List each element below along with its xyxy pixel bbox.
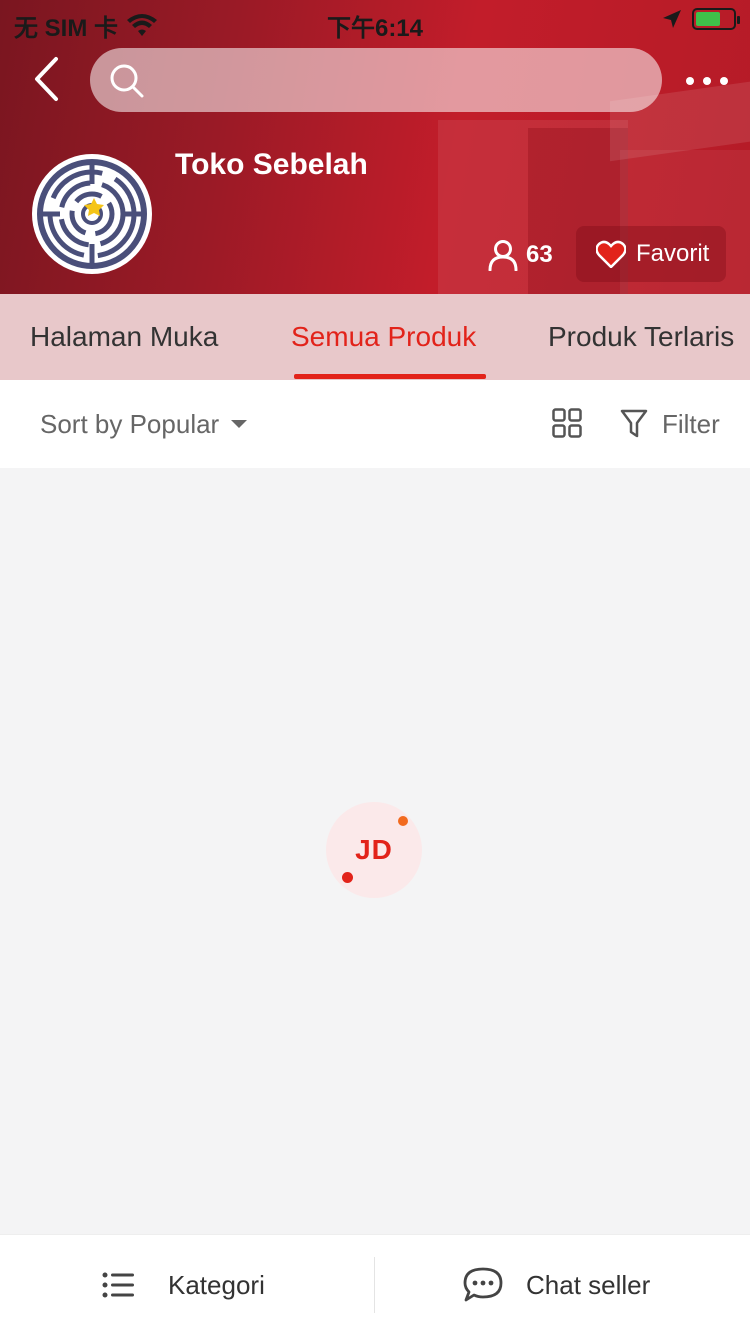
more-dot bbox=[720, 77, 728, 85]
favorite-button[interactable]: Favorit bbox=[576, 226, 726, 282]
filter-funnel-icon bbox=[620, 409, 648, 438]
sort-filter-toolbar: Sort by Popular Filter bbox=[0, 380, 750, 468]
nav-row bbox=[0, 48, 750, 112]
search-bar[interactable] bbox=[90, 48, 662, 112]
jd-logo: JD bbox=[355, 834, 393, 865]
favorite-label: Favorit bbox=[636, 240, 710, 267]
more-options-button[interactable] bbox=[680, 66, 734, 96]
more-dot bbox=[703, 77, 711, 85]
maze-logo-icon bbox=[37, 159, 147, 269]
chat-bubble-icon bbox=[463, 1267, 503, 1302]
location-arrow-icon bbox=[663, 10, 681, 28]
clock: 下午6:14 bbox=[326, 15, 424, 42]
tab-semua-produk[interactable]: Semua Produk bbox=[291, 294, 476, 380]
status-right bbox=[662, 8, 740, 30]
sort-dropdown[interactable]: Sort by Popular bbox=[40, 380, 248, 468]
user-icon bbox=[488, 240, 518, 271]
grid-view-button[interactable] bbox=[552, 408, 582, 438]
follower-count: 63 bbox=[488, 236, 553, 274]
chat-seller-label: Chat seller bbox=[526, 1269, 651, 1300]
store-avatar[interactable] bbox=[32, 154, 152, 274]
chat-seller-button[interactable]: Chat seller bbox=[462, 1235, 650, 1334]
spinner-dot bbox=[342, 872, 353, 883]
status-bar: 无 SIM 卡 下午6:14 bbox=[0, 0, 750, 42]
search-icon bbox=[110, 64, 144, 98]
tab-halaman-muka[interactable]: Halaman Muka bbox=[30, 294, 218, 380]
caret-down-icon bbox=[231, 420, 248, 428]
bottom-divider bbox=[374, 1257, 375, 1313]
heart-icon bbox=[596, 240, 626, 268]
search-input[interactable] bbox=[160, 48, 640, 112]
back-arrow-icon bbox=[35, 57, 58, 101]
store-name: Toko Sebelah bbox=[175, 148, 368, 181]
list-icon bbox=[102, 1272, 134, 1298]
more-dot bbox=[686, 77, 694, 85]
battery-icon bbox=[692, 8, 740, 30]
follower-count-value: 63 bbox=[526, 241, 553, 268]
grid-view-icon bbox=[552, 408, 582, 438]
category-button[interactable]: Kategori bbox=[102, 1235, 265, 1334]
store-header: 无 SIM 卡 下午6:14 Toko Sebelah 63 Favorit bbox=[0, 0, 750, 294]
sort-label: Sort by Popular bbox=[40, 408, 220, 439]
active-tab-indicator bbox=[294, 374, 486, 379]
category-label: Kategori bbox=[168, 1269, 265, 1300]
back-button[interactable] bbox=[22, 54, 72, 104]
loading-spinner: JD bbox=[326, 802, 422, 898]
tab-produk-terlaris[interactable]: Produk Terlaris bbox=[548, 294, 734, 380]
store-tabs: Halaman Muka Semua Produk Produk Terlari… bbox=[0, 294, 750, 380]
bottom-action-bar: Kategori Chat seller bbox=[0, 1234, 750, 1334]
spinner-dot bbox=[398, 816, 408, 826]
product-list-area: JD bbox=[0, 486, 750, 1234]
filter-label: Filter bbox=[662, 408, 720, 439]
filter-button[interactable]: Filter bbox=[620, 380, 720, 468]
